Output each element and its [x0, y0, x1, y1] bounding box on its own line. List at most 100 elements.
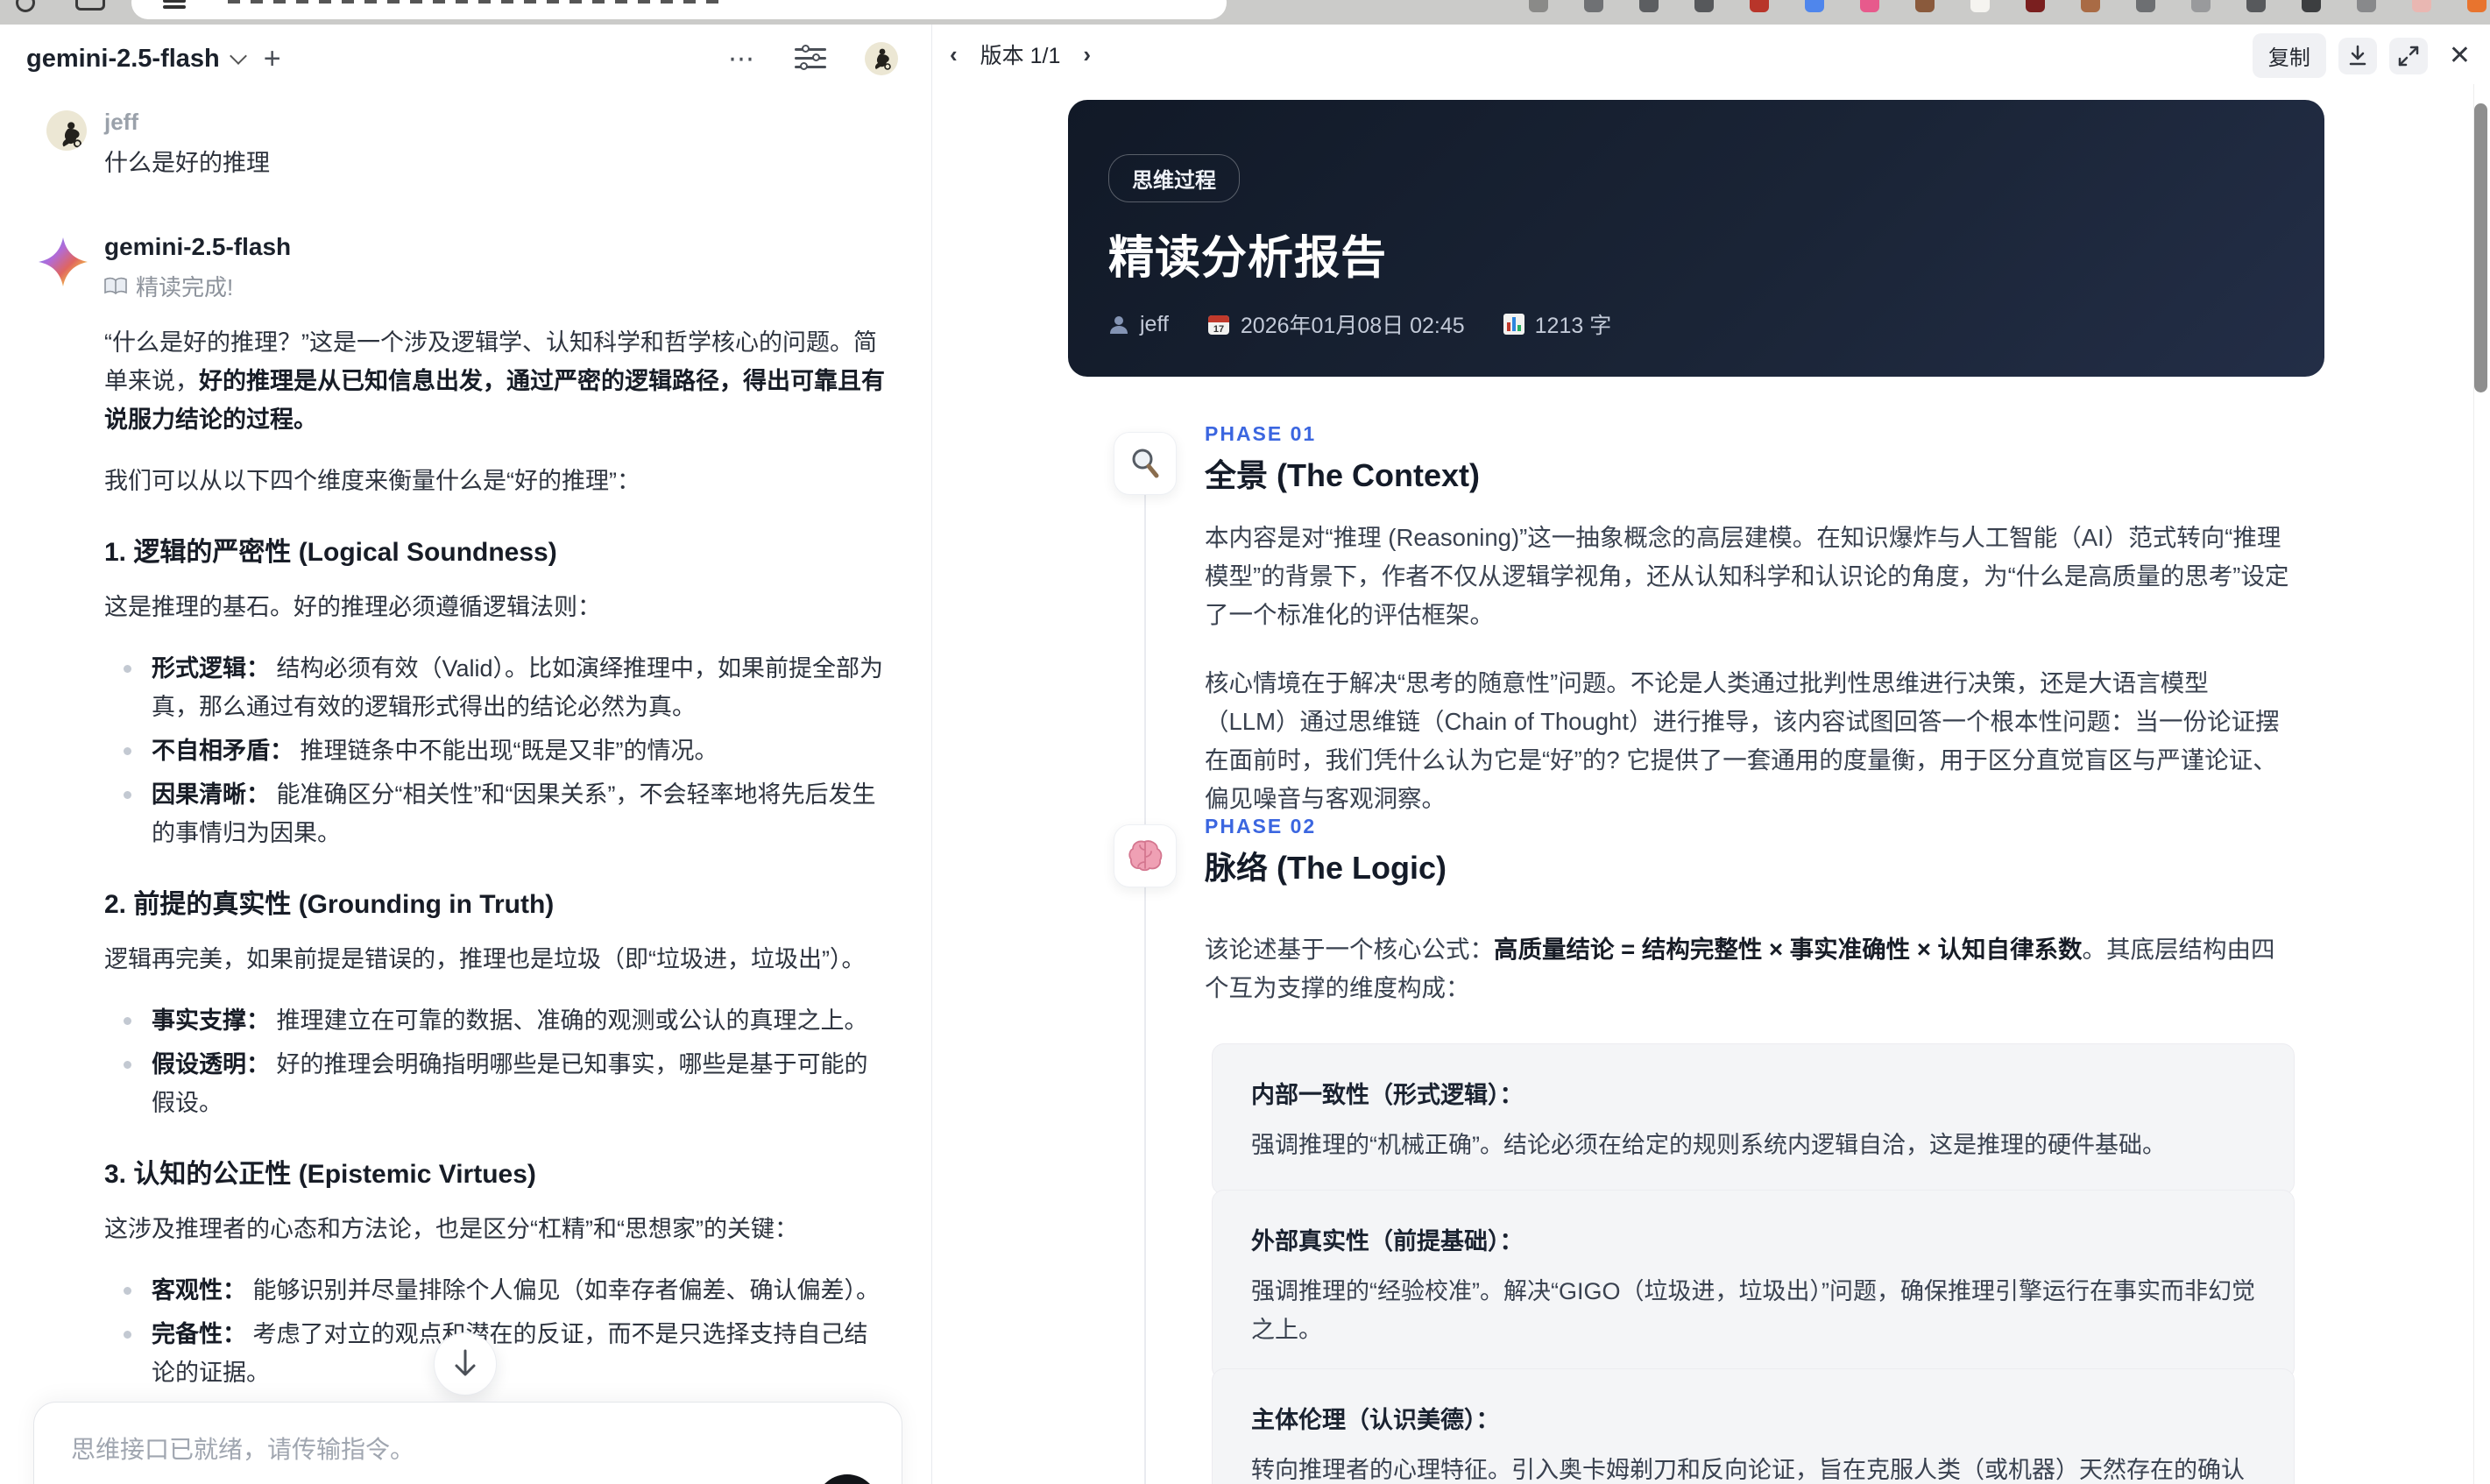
model-name: gemini-2.5-flash — [26, 44, 220, 73]
logic-card-text: 强调推理的“机械正确”。结论必须在给定的规则系统内逻辑自洽，这是推理的硬件基础。 — [1251, 1132, 2166, 1158]
address-bar[interactable] — [131, 0, 1227, 19]
section-title: 1. 逻辑的严密性 (Logical Soundness) — [104, 538, 557, 567]
lead-in: 我们可以从以下四个维度来衡量什么是“好的推理”： — [104, 468, 640, 494]
expand-icon — [2398, 46, 2419, 66]
screen: gemini-2.5-flash + ⋯ jeff 什么是好的推理 gemini… — [0, 0, 2490, 1484]
chat-scroll-area[interactable]: jeff 什么是好的推理 gemini-2.5-flash 精读完成! “什么是… — [0, 93, 931, 1484]
phase-1-label: PHASE 01 — [1205, 422, 1317, 445]
logic-card: 外部真实性（前提基础）： 强调推理的“经验校准”。解决“GIGO（垃圾进，垃圾出… — [1212, 1190, 2295, 1380]
more-options-button[interactable]: ⋯ — [728, 44, 756, 74]
bullet-list: 形式逻辑： 结构必须有效（Valid）。比如演绎推理中，如果前提全部为真，那么通… — [104, 649, 886, 852]
extension-icon[interactable] — [2136, 0, 2155, 12]
extension-icon[interactable] — [2302, 0, 2321, 12]
list-item: 不自相矛盾： 推理链条中不能出现“既是又非”的情况。 — [104, 731, 886, 770]
section-desc: 这是推理的基石。好的推理必须遵循逻辑法则： — [104, 594, 601, 620]
extension-icon[interactable] — [1529, 0, 1548, 12]
phase-2-label: PHASE 02 — [1205, 815, 1317, 837]
extension-icon[interactable] — [1970, 0, 1990, 12]
copy-button[interactable]: 复制 — [2252, 33, 2326, 78]
list-item: 客观性： 能够识别并尽量排除个人偏见（如幸存者偏差、确认偏差）。 — [104, 1271, 886, 1310]
expand-button[interactable] — [2388, 37, 2428, 74]
phase-2-title: 脉络 (The Logic) — [1205, 850, 1447, 886]
extension-icon[interactable] — [1750, 0, 1769, 12]
bar-chart-icon — [1503, 314, 1524, 335]
version-prev-button[interactable]: ‹ — [950, 41, 958, 68]
extension-icon[interactable] — [1639, 0, 1659, 12]
logic-card-text: 强调推理的“经验校准”。解决“GIGO（垃圾进，垃圾出）”问题，确保推理引擎运行… — [1251, 1278, 2255, 1343]
logic-card: 主体伦理（认识美德）： 转向推理者的心理特征。引入奥卡姆剃刀和反向论证，旨在克服… — [1212, 1368, 2295, 1484]
tabs-icon[interactable] — [75, 0, 105, 11]
extension-icon[interactable] — [1694, 0, 1714, 12]
report-title: 精读分析报告 — [1108, 233, 1388, 284]
extension-icon[interactable] — [1584, 0, 1603, 12]
user-avatar[interactable] — [865, 42, 898, 75]
extension-icon[interactable] — [2467, 0, 2486, 12]
author-meta: jeff — [1108, 312, 1169, 337]
artifact-scroll-area[interactable]: 思维过程 精读分析报告 jeff 17 2026年01月08日 02:45 12… — [932, 84, 2490, 1484]
extension-icon[interactable] — [1805, 0, 1824, 12]
extension-icon[interactable] — [1915, 0, 1935, 12]
scroll-to-bottom-button[interactable] — [434, 1332, 497, 1396]
date-meta: 17 2026年01月08日 02:45 — [1207, 308, 1465, 340]
phase-2-body: 该论述基于一个核心公式：高质量结论 = 结构完整性 × 事实准确性 × 认知自律… — [1205, 930, 2289, 1037]
person-icon — [1110, 316, 1128, 334]
extension-icon[interactable] — [2191, 0, 2211, 12]
artifact-pane: ‹ 版本 1/1 › 复制 ✕ 思维过程 精读分析报告 jeff 17 2026… — [931, 25, 2490, 1484]
download-button[interactable] — [2338, 37, 2377, 74]
list-item: 事实支撑： 推理建立在可靠的数据、准确的观测或公认的真理之上。 — [104, 1001, 886, 1040]
report-badge: 思维过程 — [1108, 154, 1240, 202]
assistant-message: gemini-2.5-flash 精读完成! “什么是好的推理？”这是一个涉及逻… — [38, 233, 892, 1484]
chat-header: gemini-2.5-flash + ⋯ — [0, 25, 931, 93]
user-message-avatar — [46, 110, 87, 151]
version-next-button[interactable]: › — [1083, 41, 1091, 68]
user-name: jeff — [104, 109, 138, 135]
browser-toolbar — [0, 0, 2490, 25]
chevron-down-icon — [229, 47, 247, 65]
assistant-name: gemini-2.5-flash — [104, 233, 292, 260]
download-icon — [2349, 45, 2366, 65]
section-title: 3. 认知的公正性 (Epistemic Virtues) — [104, 1160, 536, 1189]
extension-icon[interactable] — [2246, 0, 2266, 12]
logic-card-title: 外部真实性（前提基础）： — [1251, 1228, 1524, 1254]
logic-card-title: 主体伦理（认识美德）： — [1251, 1407, 1500, 1433]
scrollbar-thumb[interactable] — [2474, 103, 2487, 392]
url-text-fragment — [228, 0, 718, 4]
gemini-logo-icon — [38, 237, 88, 292]
voice-input-button[interactable] — [816, 1474, 879, 1484]
magnifier-icon — [1132, 449, 1159, 478]
extension-icon[interactable] — [2357, 0, 2376, 12]
assistant-content: “什么是好的推理？”这是一个涉及逻辑学、认知科学和哲学核心的问题。简单来说，好的… — [104, 323, 886, 1484]
list-item: 假设透明： 好的推理会明确指明哪些是已知事实，哪些是基于可能的假设。 — [104, 1045, 886, 1122]
brain-icon — [1128, 840, 1163, 872]
composer-placeholder[interactable]: 思维接口已就绪，请传输指令。 — [71, 1431, 414, 1466]
bullet-list: 事实支撑： 推理建立在可靠的数据、准确的观测或公认的真理之上。 假设透明： 好的… — [104, 1001, 886, 1122]
list-item: 形式逻辑： 结构必须有效（Valid）。比如演绎推理中，如果前提全部为真，那么通… — [104, 649, 886, 726]
composer[interactable]: 思维接口已就绪，请传输指令。 + — [33, 1402, 902, 1484]
intro-paragraph: “什么是好的推理？”这是一个涉及逻辑学、认知科学和哲学核心的问题。简单来说，好的… — [104, 329, 885, 433]
phase-1-icon-card — [1114, 432, 1177, 495]
version-label: 版本 1/1 — [980, 44, 1061, 68]
arrow-down-icon — [455, 1349, 476, 1376]
logic-card: 内部一致性（形式逻辑）： 强调推理的“机械正确”。结论必须在给定的规则系统内逻辑… — [1212, 1043, 2295, 1195]
new-chat-button[interactable]: + — [264, 42, 281, 76]
reload-icon[interactable] — [16, 0, 35, 12]
section-desc: 逻辑再完美，如果前提是错误的，推理也是垃圾（即“垃圾进，垃圾出”）。 — [104, 946, 866, 972]
extension-icon[interactable] — [2412, 0, 2431, 12]
report-hero-card: 思维过程 精读分析报告 jeff 17 2026年01月08日 02:45 12… — [1068, 100, 2324, 377]
artifact-toolbar: ‹ 版本 1/1 › 复制 ✕ — [932, 25, 2490, 84]
settings-sliders-icon[interactable] — [795, 45, 826, 72]
extension-icon[interactable] — [1860, 0, 1879, 12]
extension-icon[interactable] — [2026, 0, 2045, 12]
list-item: 因果清晰： 能准确区分“相关性”和“因果关系”，不会轻率地将先后发生的事情归为因… — [104, 775, 886, 852]
phase-1-body: 本内容是对“推理 (Reasoning)”这一抽象概念的高层建模。在知识爆炸与人… — [1205, 519, 2289, 848]
model-selector[interactable]: gemini-2.5-flash — [26, 44, 247, 74]
svg-text:17: 17 — [1213, 324, 1224, 335]
extension-icon[interactable] — [2081, 0, 2100, 12]
section-title: 2. 前提的真实性 (Grounding in Truth) — [104, 890, 555, 919]
extension-icons[interactable] — [1529, 0, 2486, 12]
logic-card-text: 转向推理者的心理特征。引入奥卡姆剃刀和反向论证，旨在克服人类（或机器）天然存在的… — [1251, 1457, 2245, 1483]
phase-1-paragraph: 核心情境在于解决“思考的随意性”问题。不论是人类通过批判性思维进行决策，还是大语… — [1205, 669, 2280, 812]
phase-timeline — [1144, 435, 1146, 1484]
calendar-icon: 17 — [1207, 315, 1229, 335]
close-button[interactable]: ✕ — [2440, 40, 2479, 71]
